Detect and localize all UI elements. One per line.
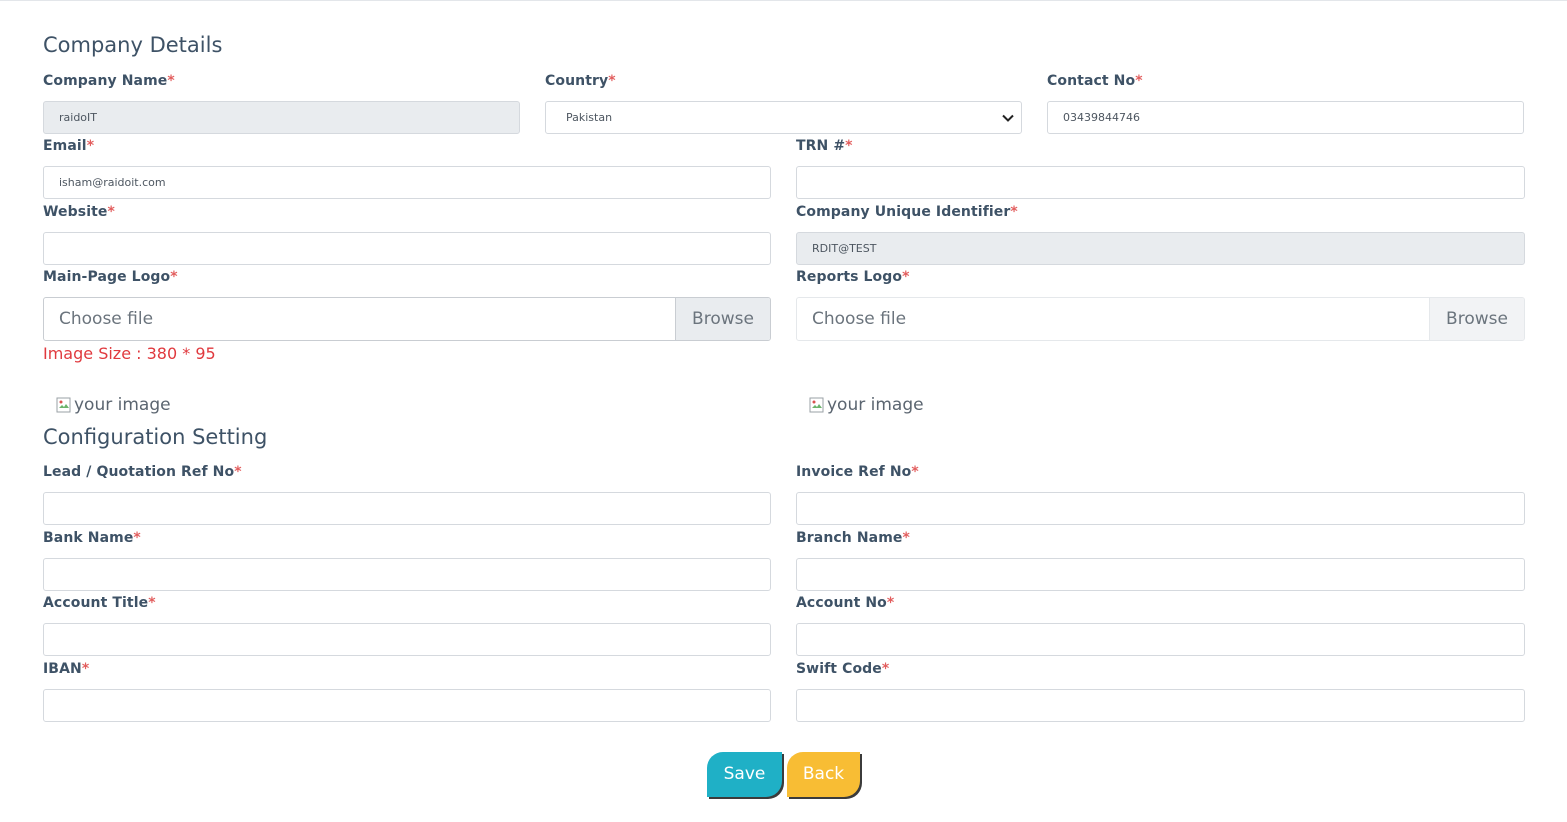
trn-field[interactable] — [796, 166, 1525, 199]
branch-name-label: Branch Name* — [796, 530, 910, 546]
reports-logo-file-input[interactable]: Choose file Browse — [796, 297, 1525, 341]
country-label: Country* — [545, 73, 616, 89]
branch-name-field[interactable] — [796, 558, 1525, 591]
broken-image-icon — [809, 397, 824, 413]
company-name-field[interactable]: raidoIT — [43, 101, 520, 134]
image-size-hint: Image Size : 380 * 95 — [43, 344, 216, 363]
main-logo-file-input[interactable]: Choose file Browse — [43, 297, 771, 341]
iban-label: IBAN* — [43, 661, 90, 677]
chevron-down-icon — [1002, 114, 1014, 122]
reports-logo-alt-text: your image — [827, 395, 924, 415]
top-divider — [0, 0, 1567, 1]
unique-identifier-field[interactable]: RDIT@TEST — [796, 232, 1525, 265]
email-label: Email* — [43, 138, 95, 154]
swift-code-field[interactable] — [796, 689, 1525, 722]
configuration-title: Configuration Setting — [43, 425, 268, 449]
reports-logo-label: Reports Logo* — [796, 269, 910, 285]
account-no-label: Account No* — [796, 595, 895, 611]
email-field[interactable]: isham@raidoit.com — [43, 166, 771, 199]
main-logo-placeholder: Choose file — [59, 309, 154, 329]
account-no-field[interactable] — [796, 623, 1525, 656]
reports-logo-browse-button[interactable]: Browse — [1429, 298, 1524, 340]
company-name-label: Company Name* — [43, 73, 175, 89]
website-label: Website* — [43, 204, 115, 220]
reports-logo-placeholder: Choose file — [812, 309, 907, 329]
bank-name-label: Bank Name* — [43, 530, 141, 546]
save-button[interactable]: Save — [707, 752, 782, 797]
unique-identifier-label: Company Unique Identifier* — [796, 204, 1018, 220]
main-logo-preview: your image — [56, 395, 171, 415]
lead-ref-label: Lead / Quotation Ref No* — [43, 464, 242, 480]
iban-field[interactable] — [43, 689, 771, 722]
main-logo-browse-button[interactable]: Browse — [675, 298, 770, 340]
invoice-ref-label: Invoice Ref No* — [796, 464, 919, 480]
contact-no-label: Contact No* — [1047, 73, 1143, 89]
contact-no-field[interactable]: 03439844746 — [1047, 101, 1524, 134]
website-field[interactable] — [43, 232, 771, 265]
account-title-label: Account Title* — [43, 595, 156, 611]
invoice-ref-field[interactable] — [796, 492, 1525, 525]
broken-image-icon — [56, 397, 71, 413]
bank-name-field[interactable] — [43, 558, 771, 591]
company-details-title: Company Details — [43, 33, 223, 57]
country-select[interactable]: Pakistan — [545, 101, 1022, 134]
main-logo-alt-text: your image — [74, 395, 171, 415]
back-button[interactable]: Back — [787, 752, 860, 797]
country-selected-value: Pakistan — [566, 111, 613, 124]
swift-code-label: Swift Code* — [796, 661, 890, 677]
reports-logo-preview: your image — [809, 395, 924, 415]
lead-ref-field[interactable] — [43, 492, 771, 525]
account-title-field[interactable] — [43, 623, 771, 656]
main-logo-label: Main-Page Logo* — [43, 269, 178, 285]
trn-label: TRN #* — [796, 138, 853, 154]
